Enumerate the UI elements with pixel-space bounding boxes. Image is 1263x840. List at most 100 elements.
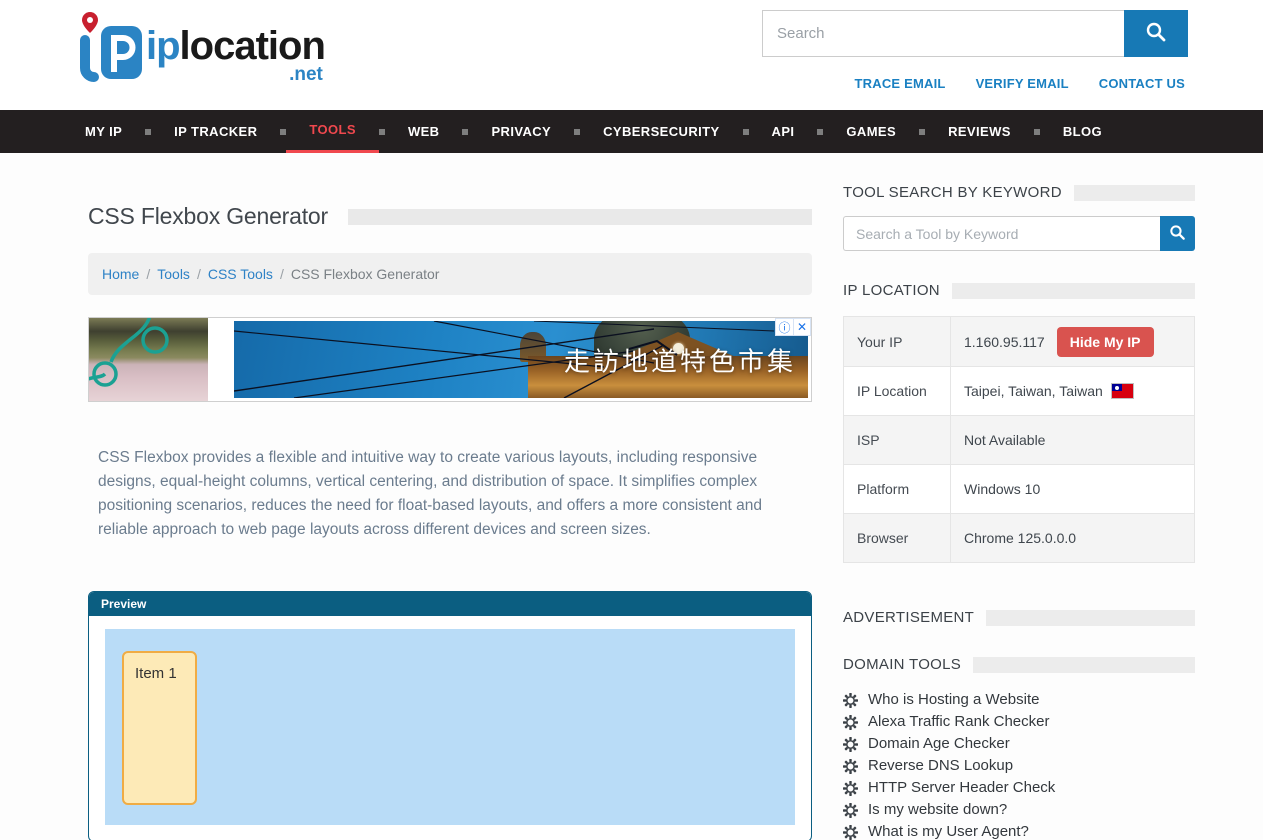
domain-tool-label: Domain Age Checker bbox=[868, 733, 1010, 755]
ad-main-image: 走訪地道特色市集 bbox=[234, 321, 808, 398]
adchoices-icon[interactable]: ⓘ bbox=[776, 319, 793, 335]
nav-item-ip-tracker[interactable]: IP TRACKER bbox=[151, 110, 280, 153]
row-label: IP Location bbox=[844, 367, 951, 415]
ip-address: 1.160.95.117 bbox=[964, 334, 1045, 350]
advertisement-heading: ADVERTISEMENT bbox=[843, 609, 1195, 626]
preview-panel-header: Preview bbox=[89, 592, 811, 616]
table-row-ip-location: IP Location Taipei, Taiwan, Taiwan bbox=[844, 366, 1194, 415]
ad-badges: ⓘ ✕ bbox=[775, 318, 811, 336]
gear-icon bbox=[843, 759, 858, 774]
row-value: 1.160.95.117 Hide My IP bbox=[951, 327, 1194, 357]
nav-item-privacy[interactable]: PRIVACY bbox=[468, 110, 574, 153]
table-row-your-ip: Your IP 1.160.95.117 Hide My IP bbox=[844, 317, 1194, 366]
domain-tool-link[interactable]: Domain Age Checker bbox=[843, 733, 1195, 755]
main-column: CSS Flexbox Generator Home / Tools / CSS Too… bbox=[88, 153, 812, 840]
domain-tool-link[interactable]: Is my website down? bbox=[843, 799, 1195, 821]
logo-tld: .net bbox=[289, 65, 323, 84]
nav-item-cybersecurity[interactable]: CYBERSECURITY bbox=[580, 110, 742, 153]
row-label: Your IP bbox=[844, 317, 951, 366]
row-value: Windows 10 bbox=[951, 481, 1194, 497]
breadcrumb-separator: / bbox=[146, 266, 150, 282]
ip-location-heading: IP LOCATION bbox=[843, 282, 1195, 299]
search-icon bbox=[1145, 21, 1167, 46]
contact-us-link[interactable]: CONTACT US bbox=[1099, 76, 1185, 91]
nav-item-tools[interactable]: TOOLS bbox=[286, 110, 379, 153]
domain-tool-link[interactable]: Reverse DNS Lookup bbox=[843, 755, 1195, 777]
search-icon bbox=[1169, 224, 1186, 244]
domain-tool-link[interactable]: Alexa Traffic Rank Checker bbox=[843, 711, 1195, 733]
domain-tool-link[interactable]: HTTP Server Header Check bbox=[843, 777, 1195, 799]
domain-tools-heading: DOMAIN TOOLS bbox=[843, 656, 1195, 673]
advertisement-heading-text: ADVERTISEMENT bbox=[843, 609, 974, 626]
ad-close-icon[interactable]: ✕ bbox=[793, 319, 810, 335]
breadcrumb-separator: / bbox=[197, 266, 201, 282]
ad-banner[interactable]: 走訪地道特色市集 ⓘ ✕ bbox=[88, 317, 812, 402]
gear-icon bbox=[843, 693, 858, 708]
header-search-button[interactable] bbox=[1124, 10, 1188, 57]
logo-icon bbox=[76, 12, 142, 84]
heading-decoration-bar bbox=[973, 657, 1195, 673]
nav-item-api[interactable]: API bbox=[749, 110, 818, 153]
logo-location: location bbox=[180, 24, 325, 68]
header-search bbox=[762, 10, 1188, 57]
tool-search-button[interactable] bbox=[1160, 216, 1195, 251]
breadcrumb-separator: / bbox=[280, 266, 284, 282]
table-row-platform: Platform Windows 10 bbox=[844, 464, 1194, 513]
domain-tool-label: Who is Hosting a Website bbox=[868, 689, 1039, 711]
row-label: ISP bbox=[844, 416, 951, 464]
ip-location-heading-text: IP LOCATION bbox=[843, 282, 940, 299]
breadcrumb-home[interactable]: Home bbox=[102, 266, 139, 282]
nav-item-games[interactable]: GAMES bbox=[823, 110, 919, 153]
hide-my-ip-button[interactable]: Hide My IP bbox=[1057, 327, 1154, 357]
tool-search-heading: TOOL SEARCH BY KEYWORD bbox=[843, 184, 1195, 201]
nav-item-reviews[interactable]: REVIEWS bbox=[925, 110, 1034, 153]
domain-tool-label: What is my User Agent? bbox=[868, 821, 1029, 840]
heading-decoration-bar bbox=[986, 610, 1195, 626]
main-nav: MY IP IP TRACKER TOOLS WEB PRIVACY CYBER… bbox=[0, 110, 1263, 153]
breadcrumb-tools[interactable]: Tools bbox=[157, 266, 190, 282]
site-logo[interactable]: iplocation .net bbox=[76, 12, 325, 84]
row-value: Taipei, Taiwan, Taiwan bbox=[951, 383, 1194, 399]
row-label: Browser bbox=[844, 514, 951, 562]
flex-preview-container: Item 1 bbox=[105, 629, 795, 825]
trace-email-link[interactable]: TRACE EMAIL bbox=[855, 76, 946, 91]
tool-search bbox=[843, 216, 1195, 251]
flex-preview-item[interactable]: Item 1 bbox=[122, 651, 197, 805]
breadcrumb-current: CSS Flexbox Generator bbox=[291, 266, 440, 282]
heading-decoration-bar bbox=[1074, 185, 1195, 201]
heading-decoration-bar bbox=[952, 283, 1195, 299]
gear-icon bbox=[843, 825, 858, 840]
logo-ip: ip bbox=[146, 24, 180, 68]
ip-info-table: Your IP 1.160.95.117 Hide My IP IP Locat… bbox=[843, 316, 1195, 563]
domain-tool-link[interactable]: What is my User Agent? bbox=[843, 821, 1195, 840]
content: CSS Flexbox Generator Home / Tools / CSS Too… bbox=[88, 153, 1195, 840]
tool-search-heading-text: TOOL SEARCH BY KEYWORD bbox=[843, 184, 1062, 201]
breadcrumb-css-tools[interactable]: CSS Tools bbox=[208, 266, 273, 282]
title-decoration-bar bbox=[348, 209, 812, 225]
domain-tool-label: HTTP Server Header Check bbox=[868, 777, 1055, 799]
nav-item-blog[interactable]: BLOG bbox=[1040, 110, 1125, 153]
table-row-browser: Browser Chrome 125.0.0.0 bbox=[844, 513, 1194, 562]
taiwan-flag-icon bbox=[1112, 384, 1133, 398]
header-search-input[interactable] bbox=[762, 10, 1124, 57]
domain-tool-label: Reverse DNS Lookup bbox=[868, 755, 1013, 777]
row-value: Chrome 125.0.0.0 bbox=[951, 530, 1194, 546]
header-links: TRACE EMAIL VERIFY EMAIL CONTACT US bbox=[855, 76, 1185, 91]
site-header: iplocation .net TRACE EMAIL VERIFY EMAIL… bbox=[0, 0, 1263, 110]
nav-item-web[interactable]: WEB bbox=[385, 110, 463, 153]
logo-text: iplocation .net bbox=[146, 26, 325, 66]
page-title: CSS Flexbox Generator bbox=[88, 203, 328, 230]
domain-tool-link[interactable]: Who is Hosting a Website bbox=[843, 689, 1195, 711]
verify-email-link[interactable]: VERIFY EMAIL bbox=[976, 76, 1069, 91]
gear-icon bbox=[843, 803, 858, 818]
domain-tools-heading-text: DOMAIN TOOLS bbox=[843, 656, 961, 673]
row-label: Platform bbox=[844, 465, 951, 513]
domain-tool-label: Alexa Traffic Rank Checker bbox=[868, 711, 1049, 733]
nav-item-my-ip[interactable]: MY IP bbox=[62, 110, 145, 153]
preview-panel: Preview Item 1 bbox=[88, 591, 812, 840]
tool-search-input[interactable] bbox=[843, 216, 1160, 251]
domain-tools-list: Who is Hosting a Website Alexa Traffic R… bbox=[843, 689, 1195, 840]
ad-caption: 走訪地道特色市集 bbox=[564, 341, 796, 378]
ad-left-image bbox=[89, 318, 208, 401]
gear-icon bbox=[843, 737, 858, 752]
